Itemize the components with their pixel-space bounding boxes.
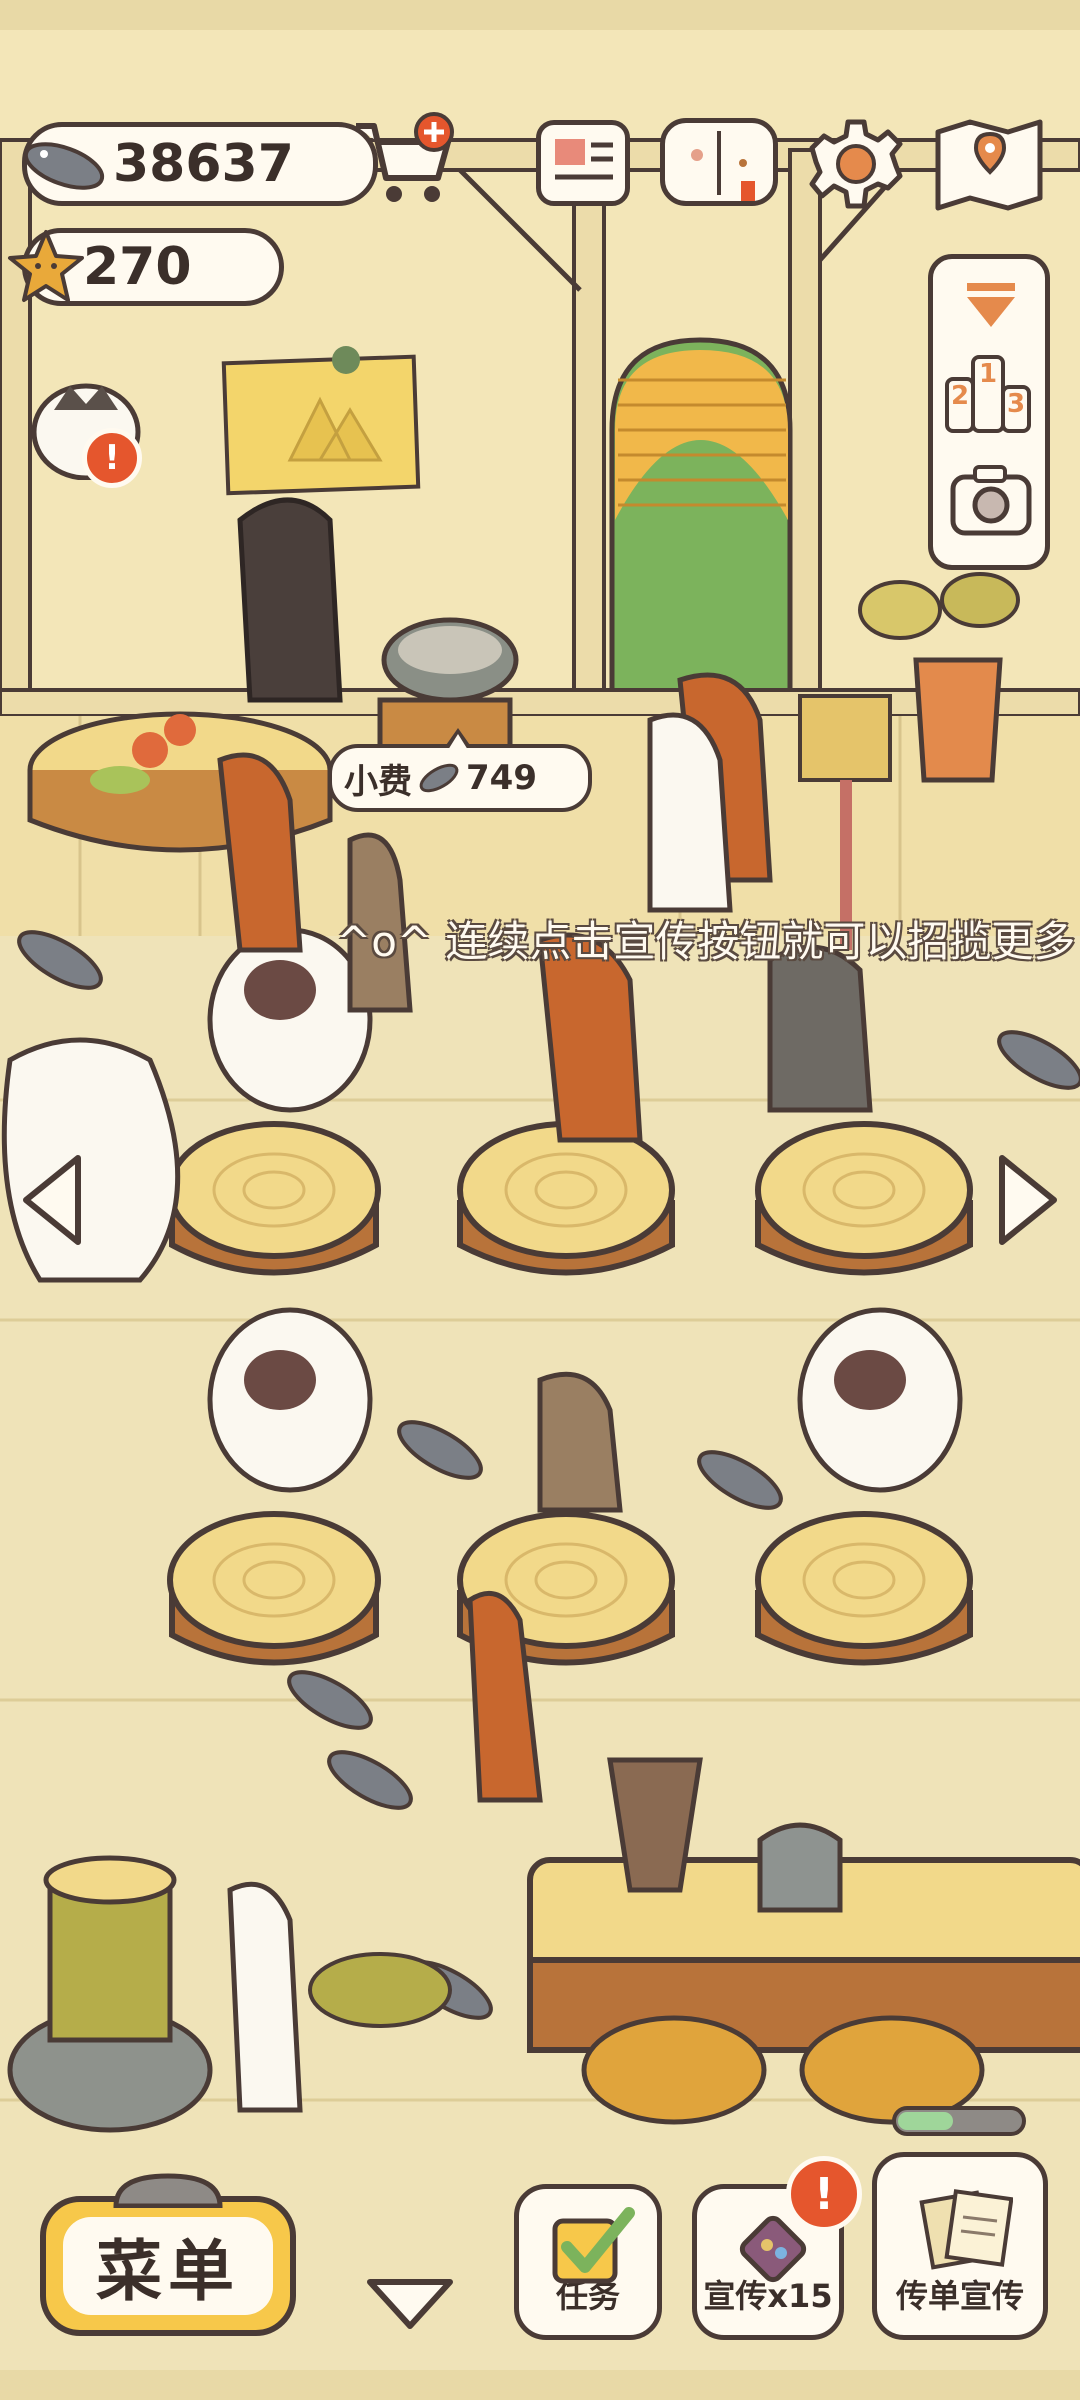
shop-cart-icon[interactable] [350,112,460,212]
fish-icon [419,763,459,793]
manager-alert-badge: ! [82,428,142,488]
tasks-button[interactable]: 任务 [514,2184,662,2340]
marquee-hint-text: ^o^ 连续点击宣传按钮就可以招揽更多 [336,917,1076,966]
down-arrow-icon[interactable] [362,2272,458,2334]
menu-button-label: 菜单 [96,2233,240,2310]
clipboard-clip-icon [113,2173,223,2208]
manager-avatar[interactable]: ! [30,370,146,488]
podium-second: 2 [945,377,975,433]
podium-third: 3 [1001,385,1031,433]
tip-bubble[interactable]: 小费 749 [328,728,592,812]
recipe-book-icon[interactable] [660,118,778,206]
podium-first: 1 [971,355,1005,433]
collapse-arrow-icon[interactable] [961,279,1021,333]
left-arrow-icon[interactable] [18,1150,88,1250]
flyer-icon [919,2189,1013,2270]
flyer-promo-button-label: 传单宣传 [895,2277,1024,2315]
fish-currency-value: 38637 [113,134,294,194]
tip-label: 小费 [344,761,412,802]
cafe-scene [0,0,1080,2400]
task-checkbox-icon [552,2207,635,2284]
menu-button[interactable]: 菜单 [40,2173,296,2336]
right-arrow-icon[interactable] [992,1150,1062,1250]
star-currency-value: 270 [83,237,192,297]
ranking-podium-icon[interactable]: 1 2 3 [945,355,1033,437]
flyer-promo-button[interactable]: 传单宣传 [872,2152,1048,2340]
camera-icon[interactable] [949,463,1033,539]
side-panel: 1 2 3 [928,254,1050,570]
fish-icon [23,142,105,190]
map-icon[interactable] [932,114,1046,214]
news-icon[interactable] [536,120,630,206]
star-icon [8,230,84,302]
settings-gear-icon[interactable] [808,116,904,212]
promo-alert-badge: ! [786,2156,862,2232]
tip-amount: 749 [466,758,537,798]
